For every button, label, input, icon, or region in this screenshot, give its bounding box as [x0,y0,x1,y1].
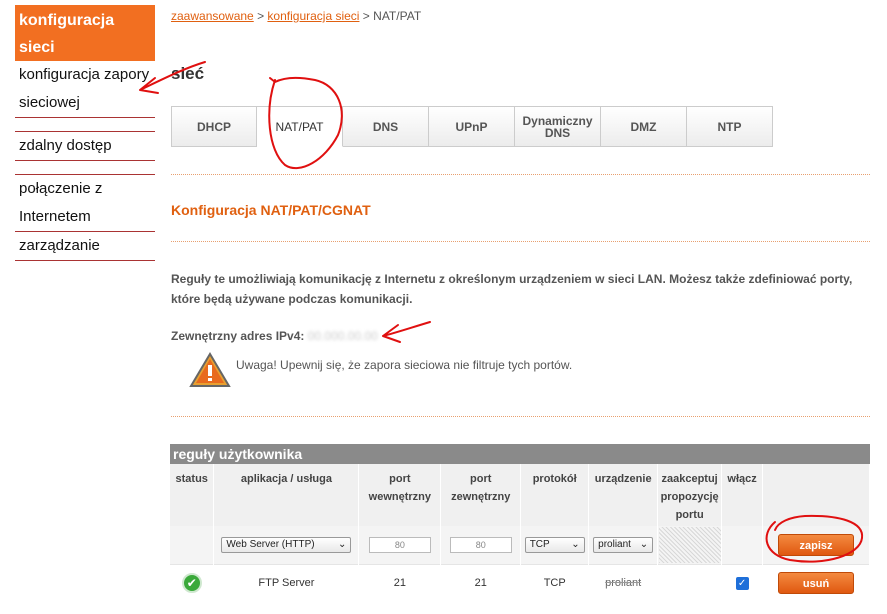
external-port-input[interactable]: 80 [449,536,512,553]
breadcrumb-current: NAT/PAT [373,9,422,23]
protocol-select-value: TCP [529,539,550,551]
external-ip: Zewnętrzny adres IPv4: 00.000.00.00 [171,329,378,343]
column-header-internal-port: port wewnętrzny [358,464,442,526]
tab-nat-pat[interactable]: NAT/PAT [257,106,343,147]
sidebar: konfiguracja sieci konfiguracja zapory s… [15,5,155,261]
rule-application: FTP Server [213,563,360,602]
warning-box: Uwaga! Upewnij się, że zapora sieciowa n… [189,352,572,391]
column-header-application: aplikacja / usługa [213,464,360,526]
section-description: Reguły te umożliwiają komunikację z Inte… [171,272,853,306]
sidebar-item-remote-access[interactable]: zdalny dostęp [15,132,155,161]
chevron-down-icon: ⌄ [639,539,649,551]
page-title: sieć [171,64,205,83]
rule-actions-cell: usuń [762,563,870,602]
new-rule-protocol-cell: TCP ⌄ [520,526,590,564]
tab-upnp[interactable]: UPnP [429,106,515,147]
table-row: ✔ FTP Server 21 21 TCP proliant ✓ usuń [170,563,870,602]
user-rules-table: status aplikacja / usługa port wewnętrzn… [170,464,870,602]
dotted-divider [171,241,870,242]
rule-status-cell: ✔ [170,563,215,602]
new-rule-internal-port-cell: 80 [358,526,442,564]
device-select[interactable]: proliant ⌄ [593,536,654,553]
rule-enable-cell: ✓ [721,563,764,602]
rule-internal-port: 21 [358,563,442,602]
column-header-status: status [170,464,215,526]
new-rule-external-port-cell: 80 [440,526,522,564]
check-circle-icon: ✔ [181,573,202,594]
internal-port-input[interactable]: 80 [368,536,431,553]
user-rules-title: reguły użytkownika [170,444,870,464]
user-rules-panel: reguły użytkownika status aplikacja / us… [170,444,870,602]
enable-checkbox[interactable]: ✓ [735,576,749,590]
chevron-down-icon: ⌄ [571,539,580,551]
save-button[interactable]: zapisz [778,533,855,556]
column-header-device: urządzenie [588,464,659,526]
dotted-divider [171,416,870,417]
breadcrumb-advanced-link[interactable]: zaawansowane [171,9,254,23]
tab-dynamic-dns[interactable]: Dynamiczny DNS [515,106,601,147]
new-rule-device-cell: proliant ⌄ [588,526,659,564]
rule-protocol: TCP [520,563,590,602]
column-header-actions [762,464,870,526]
application-select[interactable]: Web Server (HTTP) ⌄ [221,536,352,553]
tab-ntp[interactable]: NTP [687,106,773,147]
sidebar-item-firewall[interactable]: konfiguracja zapory sieciowej [15,61,155,118]
new-rule-accept-port-cell [657,526,723,564]
section-title: Konfiguracja NAT/PAT/CGNAT [171,202,371,218]
tab-dhcp[interactable]: DHCP [171,106,257,147]
disabled-hatch [658,526,721,563]
tab-bar: DHCP NAT/PAT DNS UPnP Dynamiczny DNS DMZ… [171,106,773,147]
rule-external-port: 21 [440,563,522,602]
new-rule-status-cell [170,526,215,564]
warning-icon [189,352,231,391]
column-header-enable: włącz [721,464,764,526]
breadcrumb-separator: > [359,9,374,23]
sidebar-header[interactable]: konfiguracja sieci [15,5,155,61]
new-rule-application-cell: Web Server (HTTP) ⌄ [213,526,360,564]
sidebar-divider [15,118,155,132]
rule-accept-port-cell [657,563,723,602]
breadcrumb-network-config-link[interactable]: konfiguracja sieci [267,9,359,23]
tab-dns[interactable]: DNS [343,106,429,147]
external-ip-label: Zewnętrzny adres IPv4: [171,329,305,343]
external-ip-value: 00.000.00.00 [307,329,378,343]
rule-device-cell: proliant [588,563,659,602]
application-select-value: Web Server (HTTP) [226,539,315,551]
sidebar-divider [15,161,155,175]
delete-button[interactable]: usuń [778,572,855,595]
table-row-new-rule: Web Server (HTTP) ⌄ 80 80 TCP ⌄ proliant ⌄ … [170,526,870,564]
breadcrumb-separator: > [253,9,268,23]
column-header-accept-port: zaakceptuj propozycję portu [657,464,723,526]
column-header-external-port: port zewnętrzny [440,464,522,526]
breadcrumb: zaawansowane > konfiguracja sieci > NAT/… [171,9,421,23]
rule-device: proliant [605,577,642,590]
chevron-down-icon: ⌄ [338,539,347,551]
sidebar-item-management[interactable]: zarządzanie [15,232,155,261]
warning-text: Uwaga! Upewnij się, że zapora sieciowa n… [236,358,573,372]
column-header-protocol: protokół [520,464,590,526]
new-rule-enable-cell [721,526,764,564]
dotted-divider [171,174,870,175]
protocol-select[interactable]: TCP ⌄ [524,536,585,553]
new-rule-actions-cell: zapisz [762,526,870,564]
sidebar-item-internet-connection[interactable]: połączenie z Internetem [15,175,155,232]
tab-dmz[interactable]: DMZ [601,106,687,147]
arrow-annotation-external-ip [382,321,431,343]
device-select-value: proliant [598,539,631,551]
